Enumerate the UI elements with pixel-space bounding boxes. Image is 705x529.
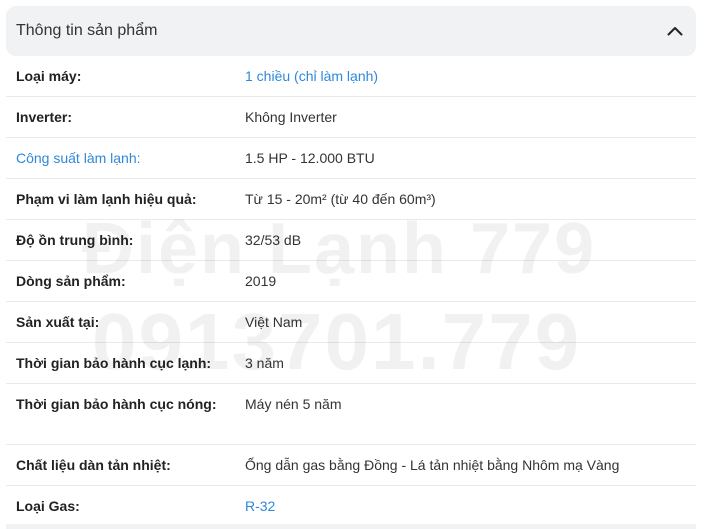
spec-row: Dòng sản phẩm: 2019 [6, 261, 696, 302]
spec-table: Loại máy: 1 chiều (chỉ làm lạnh) Inverte… [6, 56, 696, 527]
spec-value: Từ 15 - 20m² (từ 40 đến 60m³) [245, 191, 436, 207]
spec-value: Không Inverter [245, 109, 337, 125]
spec-row: Độ ồn trung bình: 32/53 dB [6, 220, 696, 261]
spec-value: Ống dẫn gas bằng Đồng - Lá tản nhiệt bằn… [245, 457, 620, 473]
spec-label: Loại máy: [16, 68, 82, 84]
spec-value-link[interactable]: R-32 [236, 496, 696, 526]
spec-label: Độ ồn trung bình: [16, 232, 134, 248]
spec-label: Inverter: [16, 109, 73, 125]
spec-value: 3 năm [245, 355, 284, 371]
spec-row: Phạm vi làm lạnh hiệu quả: Từ 15 - 20m² … [6, 179, 696, 220]
spec-label: Thời gian bảo hành cục nóng: [16, 396, 217, 412]
chevron-up-icon[interactable] [664, 20, 686, 42]
spec-row: Thời gian bảo hành cục lạnh: 3 năm [6, 343, 696, 384]
spec-value: Việt Nam [245, 314, 303, 330]
spec-row: Sản xuất tại: Việt Nam [6, 302, 696, 343]
spec-label: Thời gian bảo hành cục lạnh: [16, 355, 212, 371]
spec-row: Công suất làm lạnh: 1.5 HP - 12.000 BTU [6, 138, 696, 179]
spec-label: Dòng sản phẩm: [16, 273, 126, 289]
section-title: Thông tin sản phẩm [16, 22, 158, 39]
spec-value-link[interactable]: 1 chiều (chỉ làm lạnh) [236, 66, 696, 96]
product-info-header[interactable]: Thông tin sản phẩm [6, 6, 696, 56]
spec-label: Sản xuất tại: [16, 314, 100, 330]
spec-label-link[interactable]: Công suất làm lạnh: [6, 148, 236, 178]
panel-bottom-edge [6, 524, 696, 529]
spec-row: Inverter: Không Inverter [6, 97, 696, 138]
product-info-panel: Thông tin sản phẩm Loại máy: 1 chiều (ch… [6, 6, 696, 529]
spec-label: Chất liệu dàn tản nhiệt: [16, 457, 171, 473]
spec-label: Loại Gas: [16, 498, 80, 514]
spec-row: Thời gian bảo hành cục nóng: Máy nén 5 n… [6, 384, 696, 445]
spec-row: Chất liệu dàn tản nhiệt: Ống dẫn gas bằn… [6, 445, 696, 486]
spec-value: 1.5 HP - 12.000 BTU [245, 150, 375, 166]
spec-label: Phạm vi làm lạnh hiệu quả: [16, 191, 197, 207]
spec-value: 32/53 dB [245, 232, 302, 248]
spec-value: 2019 [245, 273, 277, 289]
spec-row: Loại máy: 1 chiều (chỉ làm lạnh) [6, 56, 696, 97]
spec-row: Loại Gas: R-32 [6, 486, 696, 527]
spec-value: Máy nén 5 năm [245, 396, 342, 412]
